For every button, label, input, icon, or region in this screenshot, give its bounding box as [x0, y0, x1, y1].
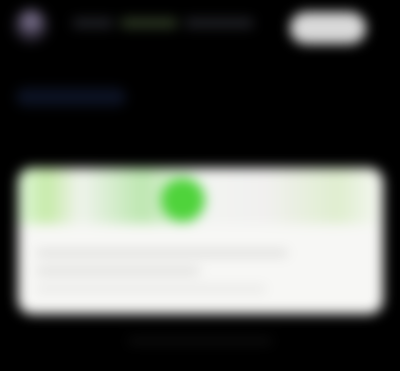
- avatar[interactable]: [14, 8, 48, 42]
- content-card[interactable]: [18, 168, 383, 314]
- header-action-button[interactable]: [290, 12, 366, 44]
- blurred-content: [0, 0, 400, 371]
- title-segment: [72, 18, 114, 28]
- card-text-line: [36, 250, 288, 256]
- title-segment: [120, 18, 178, 28]
- subtitle-strip: [16, 88, 126, 106]
- screen: [0, 0, 400, 371]
- title-area: [72, 18, 262, 32]
- status-badge: [161, 178, 205, 222]
- top-bar: [14, 6, 386, 44]
- card-text-line: [36, 268, 200, 274]
- title-segment: [184, 18, 254, 28]
- bottom-divider: [128, 338, 272, 344]
- card-text-line: [36, 286, 266, 292]
